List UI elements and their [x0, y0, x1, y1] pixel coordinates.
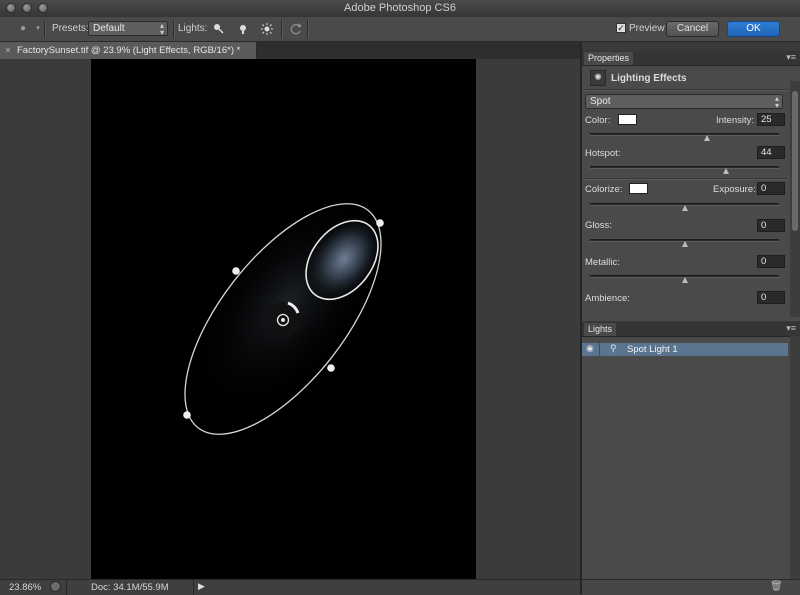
- gloss-field[interactable]: 0: [757, 219, 785, 232]
- preview-checkbox[interactable]: ✓: [616, 23, 626, 33]
- close-tab-icon[interactable]: ×: [5, 42, 11, 59]
- eye-icon[interactable]: ◉: [586, 343, 594, 354]
- metallic-label: Metallic:: [585, 257, 620, 268]
- options-bar: ● ▾ Presets: Default ▴ ▾ Lights: ✓ Previe…: [0, 17, 800, 42]
- reset-icon[interactable]: [289, 22, 303, 36]
- point-light-icon[interactable]: [236, 22, 250, 36]
- lighting-widget[interactable]: [91, 59, 476, 579]
- image-canvas[interactable]: [91, 59, 476, 579]
- gloss-label: Gloss:: [585, 220, 612, 231]
- hotspot-slider-thumb[interactable]: [723, 168, 730, 174]
- separator: [599, 343, 600, 356]
- separator: [173, 20, 175, 38]
- status-info-icon[interactable]: [50, 581, 61, 592]
- intensity-slider-thumb[interactable]: [704, 135, 711, 141]
- presets-value: Default: [93, 23, 125, 34]
- separator: [307, 20, 309, 38]
- zoom-level[interactable]: 23.86%: [9, 582, 41, 593]
- light-center-dot: [281, 318, 285, 322]
- hotspot-slider-track[interactable]: [590, 166, 779, 169]
- spot-light-icon[interactable]: [212, 22, 226, 36]
- color-swatch[interactable]: [618, 114, 637, 125]
- exposure-field[interactable]: 0: [757, 182, 785, 195]
- exposure-slider-thumb[interactable]: [681, 205, 688, 211]
- trash-icon[interactable]: 🗑: [770, 581, 783, 592]
- scrollbar-thumb[interactable]: [792, 91, 798, 231]
- panel-menu-icon[interactable]: ▾≡: [786, 323, 796, 334]
- spot-light-icon: ⚲: [610, 343, 617, 353]
- light-type-value: Spot: [590, 96, 611, 107]
- resize-handle[interactable]: [232, 267, 240, 275]
- ok-button[interactable]: OK: [727, 21, 780, 37]
- separator: [66, 580, 67, 595]
- preview-label: Preview: [629, 23, 665, 34]
- doc-size: Doc: 34.1M/55.9M: [91, 582, 169, 593]
- lights-tabbar: Lights ▾≡: [582, 322, 800, 337]
- properties-panel: Properties ▾≡ ✺ Lighting Effects Spot ▴ ▾…: [582, 51, 800, 321]
- hotspot-label: Hotspot:: [585, 148, 621, 159]
- resize-handle[interactable]: [327, 364, 335, 372]
- ambience-field[interactable]: 0: [757, 291, 785, 304]
- separator: [193, 580, 194, 595]
- colorize-label: Colorize:: [585, 184, 623, 195]
- bulb-icon[interactable]: ●: [16, 22, 30, 36]
- lighting-effects-icon: ✺: [590, 70, 606, 86]
- lights-label: Lights:: [178, 23, 208, 34]
- separator: [281, 20, 283, 38]
- properties-tab[interactable]: Properties: [584, 52, 634, 65]
- intensity-field[interactable]: 25: [757, 113, 785, 126]
- infinite-light-icon[interactable]: [260, 22, 274, 36]
- intensity-label: Intensity:: [716, 115, 755, 126]
- title-bar: Adobe Photoshop CS6: [0, 0, 800, 18]
- divider: [582, 178, 788, 180]
- panel-header: Lighting Effects: [611, 73, 687, 84]
- status-menu-arrow-icon[interactable]: ▶: [198, 581, 205, 592]
- hotspot-field[interactable]: 44: [757, 146, 785, 159]
- properties-scrollbar[interactable]: [790, 81, 800, 317]
- properties-tabbar: Properties ▾≡: [582, 51, 800, 66]
- color-label: Color:: [585, 115, 611, 126]
- presets-label: Presets:: [52, 23, 89, 34]
- window-title: Adobe Photoshop CS6: [344, 2, 456, 14]
- divider: [582, 89, 788, 91]
- separator: [44, 20, 46, 38]
- gloss-slider-thumb[interactable]: [681, 241, 688, 247]
- lights-tab[interactable]: Lights: [584, 323, 617, 336]
- colorize-swatch[interactable]: [629, 183, 648, 194]
- resize-handle[interactable]: [183, 411, 191, 419]
- document-tab-title: FactorySunset.tif @ 23.9% (Light Effects…: [17, 45, 241, 56]
- presets-select[interactable]: Default ▴ ▾: [88, 21, 168, 37]
- cancel-button[interactable]: Cancel: [666, 21, 719, 37]
- list-item[interactable]: ◉ ⚲ Spot Light 1: [582, 343, 788, 356]
- canvas-area: [0, 59, 580, 579]
- select-arrows-icon: ▴ ▾: [774, 94, 779, 110]
- select-arrows-icon: ▴ ▾: [159, 21, 164, 37]
- chevron-down-icon[interactable]: ▾: [31, 22, 45, 36]
- intensity-slider-track[interactable]: [590, 133, 779, 136]
- exposure-label: Exposure:: [713, 184, 756, 195]
- resize-handle[interactable]: [376, 219, 384, 227]
- document-tab[interactable]: × FactorySunset.tif @ 23.9% (Light Effec…: [0, 42, 257, 59]
- ambience-label: Ambience:: [585, 293, 630, 304]
- checkmark-icon: ✓: [617, 23, 625, 33]
- lights-footer: 🗑: [582, 579, 800, 595]
- light-type-select[interactable]: Spot ▴ ▾: [585, 94, 783, 110]
- metallic-field[interactable]: 0: [757, 255, 785, 268]
- panel-menu-icon[interactable]: ▾≡: [786, 52, 796, 63]
- status-bar: 23.86% Doc: 34.1M/55.9M ▶: [0, 579, 580, 595]
- metallic-slider-thumb[interactable]: [681, 277, 688, 283]
- lights-scrollbar[interactable]: [790, 336, 800, 579]
- lights-panel: Lights ▾≡ ◉ ⚲ Spot Light 1: [582, 322, 800, 579]
- light-name: Spot Light 1: [627, 344, 678, 355]
